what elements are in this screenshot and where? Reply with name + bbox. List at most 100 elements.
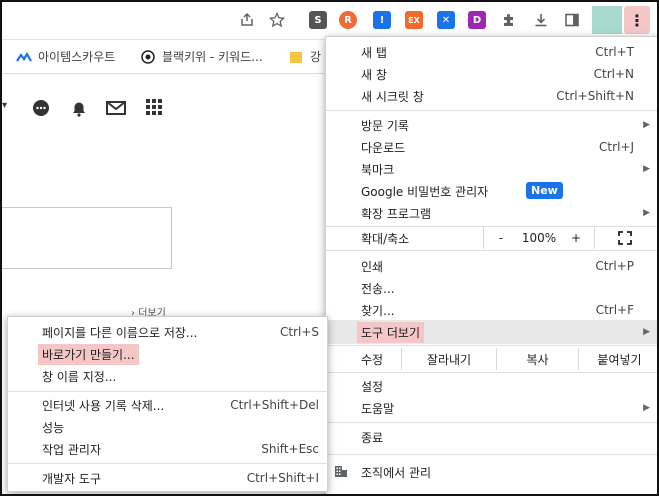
menu-item-password-manager[interactable]: Google 비밀번호 관리자 New bbox=[326, 180, 659, 202]
menu-item-label: 도구 더보기 bbox=[357, 321, 425, 343]
page-content-box bbox=[0, 207, 172, 269]
more-tools-submenu: 페이지를 다른 이름으로 저장... Ctrl+S 바로가기 만들기... 창 … bbox=[7, 316, 329, 492]
bookmark-blackkiwi[interactable]: 블랙키위 - 키워드... bbox=[140, 48, 263, 65]
menu-separator bbox=[326, 110, 659, 111]
menu-item-print[interactable]: 인쇄 Ctrl+P bbox=[326, 255, 659, 277]
fullscreen-icon[interactable] bbox=[610, 227, 640, 249]
menu-separator bbox=[326, 372, 659, 373]
menu-separator bbox=[326, 422, 659, 423]
submenu-arrow-icon: ▶ bbox=[643, 327, 650, 337]
submenu-arrow-icon: ▶ bbox=[643, 403, 650, 413]
menu-item-shortcut: Ctrl+N bbox=[593, 67, 634, 81]
menu-item-label: 종료 bbox=[361, 430, 384, 445]
chrome-main-menu: 새 탭 Ctrl+T 새 창 Ctrl+N 새 시크릿 창 Ctrl+Shift… bbox=[325, 36, 659, 496]
menu-item-label: 조직에서 관리 bbox=[361, 465, 432, 480]
menu-item-exit[interactable]: 종료 bbox=[326, 426, 659, 448]
zoom-divider bbox=[594, 227, 595, 249]
submenu-item-label: 개발자 도구 bbox=[42, 471, 102, 486]
bookmark-label: 강 bbox=[310, 50, 322, 64]
menu-item-label: Google 비밀번호 관리자 bbox=[361, 184, 489, 199]
shield-extension-icon[interactable]: ! bbox=[373, 11, 391, 29]
menu-item-cast[interactable]: 전송... bbox=[326, 277, 659, 299]
zoom-divider bbox=[483, 227, 484, 249]
new-badge: New bbox=[526, 182, 563, 199]
menu-item-settings[interactable]: 설정 bbox=[326, 375, 659, 397]
submenu-item-name-window[interactable]: 창 이름 지정... bbox=[8, 365, 329, 387]
bookmark-itemscout[interactable]: 아이템스카우트 bbox=[16, 48, 115, 65]
share-icon[interactable] bbox=[236, 9, 258, 31]
submenu-item-dev-tools[interactable]: 개발자 도구 Ctrl+Shift+I bbox=[8, 467, 329, 489]
zoom-value: 100% bbox=[521, 231, 557, 245]
folder-icon bbox=[288, 49, 304, 65]
menu-item-label: 확장 프로그램 bbox=[361, 206, 432, 221]
menu-item-label: 방문 기록 bbox=[361, 118, 409, 133]
apps-grid-icon[interactable] bbox=[145, 98, 163, 120]
menu-item-edit: 수정 잘라내기 복사 붙여넣기 bbox=[326, 348, 659, 370]
submenu-item-label: 페이지를 다른 이름으로 저장... bbox=[42, 325, 198, 340]
star-icon[interactable] bbox=[266, 9, 288, 31]
side-panel-icon[interactable] bbox=[561, 9, 583, 31]
menu-item-new-window[interactable]: 새 창 Ctrl+N bbox=[326, 63, 659, 85]
submenu-arrow-icon: ▶ bbox=[643, 208, 650, 218]
copy-button[interactable]: 복사 bbox=[496, 348, 578, 370]
submenu-item-shortcut: Ctrl+S bbox=[279, 325, 319, 339]
bookmark-folder[interactable]: 강 bbox=[288, 48, 321, 65]
download-icon[interactable] bbox=[530, 9, 552, 31]
menu-separator bbox=[326, 250, 659, 251]
menu-item-downloads[interactable]: 다운로드 Ctrl+J bbox=[326, 136, 659, 158]
submenu-item-shortcut: Ctrl+Shift+I bbox=[246, 471, 319, 485]
target-icon bbox=[140, 49, 156, 65]
cross-extension-icon[interactable]: ✕ bbox=[437, 11, 455, 29]
dropdown-caret-icon[interactable]: ▾ bbox=[2, 100, 7, 111]
menu-item-new-tab[interactable]: 새 탭 Ctrl+T bbox=[326, 41, 659, 63]
menu-item-shortcut: Ctrl+J bbox=[599, 140, 634, 154]
menu-item-label: 수정 bbox=[361, 352, 384, 367]
zoom-out-button[interactable]: - bbox=[486, 227, 516, 249]
menu-item-find[interactable]: 찾기... Ctrl+F bbox=[326, 299, 659, 321]
submenu-item-label: 바로가기 만들기... bbox=[38, 343, 139, 365]
submenu-item-shortcut: Ctrl+Shift+Del bbox=[230, 398, 319, 412]
s-extension-icon[interactable]: S bbox=[309, 11, 327, 29]
submenu-item-clear-data[interactable]: 인터넷 사용 기록 삭제... Ctrl+Shift+Del bbox=[8, 394, 329, 416]
menu-item-label: 찾기... bbox=[361, 303, 395, 318]
profile-avatar[interactable] bbox=[592, 6, 622, 34]
submenu-item-label: 성능 bbox=[42, 420, 65, 435]
bookmark-label: 블랙키위 - 키워드... bbox=[162, 50, 263, 64]
menu-item-shortcut: Ctrl+Shift+N bbox=[556, 89, 634, 103]
submenu-item-task-manager[interactable]: 작업 관리자 Shift+Esc bbox=[8, 438, 329, 460]
menu-item-shortcut: Ctrl+T bbox=[595, 45, 634, 59]
menu-item-label: 다운로드 bbox=[361, 140, 406, 155]
cut-button[interactable]: 잘라내기 bbox=[401, 348, 496, 370]
menu-item-bookmarks[interactable]: 북마크 ▶ bbox=[326, 158, 659, 180]
menu-item-label: 새 시크릿 창 bbox=[361, 89, 424, 104]
building-icon bbox=[334, 464, 348, 481]
menu-item-managed[interactable]: 조직에서 관리 bbox=[326, 461, 659, 483]
paste-button[interactable]: 붙여넣기 bbox=[578, 348, 659, 370]
menu-item-label: 확대/축소 bbox=[361, 231, 410, 246]
menu-item-label: 도움말 bbox=[361, 401, 395, 416]
menu-item-label: 새 탭 bbox=[361, 45, 387, 60]
submenu-item-create-shortcut[interactable]: 바로가기 만들기... bbox=[8, 343, 329, 365]
bell-icon[interactable] bbox=[69, 98, 89, 122]
menu-item-more-tools[interactable]: 도구 더보기 ▶ bbox=[326, 320, 659, 344]
mail-icon[interactable] bbox=[105, 98, 127, 122]
ex-extension-icon[interactable]: EX bbox=[405, 11, 423, 29]
menu-item-history[interactable]: 방문 기록 ▶ bbox=[326, 114, 659, 136]
menu-item-new-incognito[interactable]: 새 시크릿 창 Ctrl+Shift+N bbox=[326, 85, 659, 107]
menu-item-label: 새 창 bbox=[361, 67, 387, 82]
submenu-item-save-page[interactable]: 페이지를 다른 이름으로 저장... Ctrl+S bbox=[8, 321, 329, 343]
submenu-item-performance[interactable]: 성능 bbox=[8, 416, 329, 438]
chat-icon[interactable] bbox=[31, 98, 51, 122]
rss-extension-icon[interactable]: R bbox=[339, 11, 357, 29]
menu-item-zoom: 확대/축소 - 100% + bbox=[326, 227, 659, 249]
zoom-in-button[interactable]: + bbox=[562, 227, 590, 249]
more-vert-icon[interactable]: ⋮ bbox=[624, 6, 650, 34]
menu-item-extensions[interactable]: 확장 프로그램 ▶ bbox=[326, 202, 659, 224]
menu-item-help[interactable]: 도움말 ▶ bbox=[326, 397, 659, 419]
menu-item-label: 인쇄 bbox=[361, 259, 384, 274]
extensions-icon[interactable] bbox=[498, 9, 520, 31]
d-extension-icon[interactable]: D bbox=[468, 11, 486, 29]
submenu-item-label: 작업 관리자 bbox=[42, 442, 102, 457]
menu-item-label: 전송... bbox=[361, 281, 395, 296]
menu-separator bbox=[326, 454, 659, 455]
